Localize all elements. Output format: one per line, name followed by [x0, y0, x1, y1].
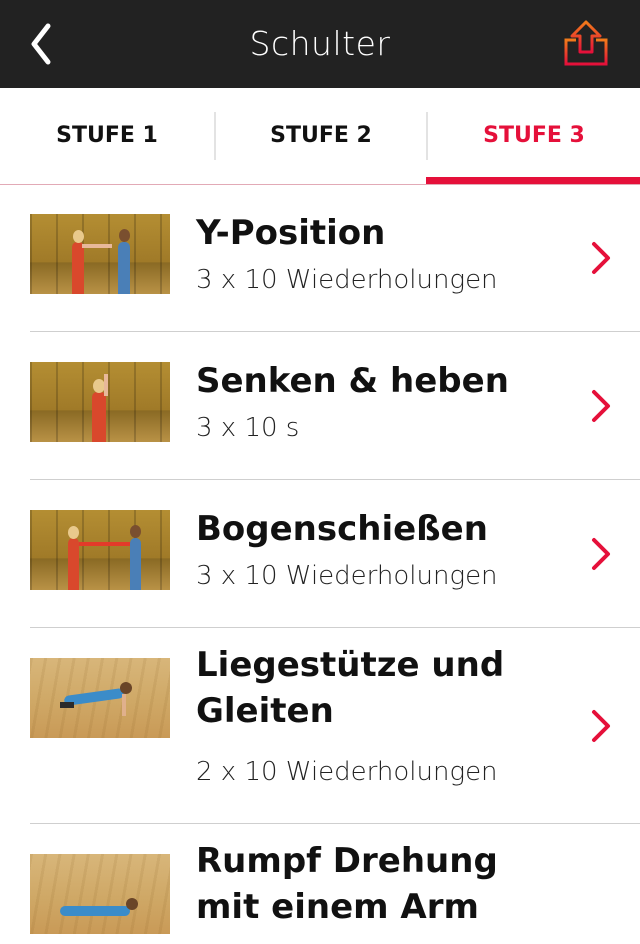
page-title: Schulter	[249, 24, 391, 63]
app-header: Schulter	[0, 0, 640, 88]
exercise-name: Bogenschießen	[196, 509, 488, 549]
exercise-name: Y-Position	[196, 213, 386, 253]
exercise-row-y-position[interactable]: Y-Position 3 x 10 Wiederholungen	[0, 184, 640, 332]
exercise-row-bogenschiessen[interactable]: Bogenschießen 3 x 10 Wiederholungen	[0, 480, 640, 628]
active-tab-indicator	[426, 177, 640, 184]
chevron-right-icon	[592, 242, 610, 274]
share-button[interactable]	[558, 18, 614, 70]
exercise-detail: 3 x 10 Wiederholungen	[196, 265, 498, 295]
exercise-detail: 3 x 10 s	[196, 413, 300, 443]
exercise-row-rumpf-drehung[interactable]: Rumpf Drehung mit einem Arm	[0, 824, 640, 944]
chevron-right-icon	[592, 538, 610, 570]
chevron-right-icon	[592, 390, 610, 422]
tab-stufe-2[interactable]: STUFE 2	[216, 88, 426, 184]
level-tabs: STUFE 1 STUFE 2 STUFE 3	[0, 88, 640, 185]
chevron-right-icon	[592, 710, 610, 742]
exercise-thumbnail	[30, 510, 170, 590]
exercise-thumbnail	[30, 658, 170, 738]
exercise-row-senken-heben[interactable]: Senken & heben 3 x 10 s	[0, 332, 640, 480]
exercise-thumbnail	[30, 362, 170, 442]
exercise-name: Liegestütze und Gleiten	[196, 645, 505, 731]
exercise-name: Senken & heben	[196, 361, 509, 401]
exercise-detail: 2 x 10 Wiederholungen	[196, 757, 498, 787]
share-upload-icon	[564, 20, 608, 66]
exercise-thumbnail	[30, 214, 170, 294]
tab-stufe-1[interactable]: STUFE 1	[0, 88, 214, 184]
exercise-thumbnail	[30, 854, 170, 934]
exercise-name: Rumpf Drehung mit einem Arm	[196, 841, 498, 927]
tab-stufe-3[interactable]: STUFE 3	[428, 88, 640, 184]
exercise-row-liegestuetze[interactable]: Liegestütze und Gleiten 2 x 10 Wiederhol…	[0, 628, 640, 824]
exercise-detail: 3 x 10 Wiederholungen	[196, 561, 498, 591]
